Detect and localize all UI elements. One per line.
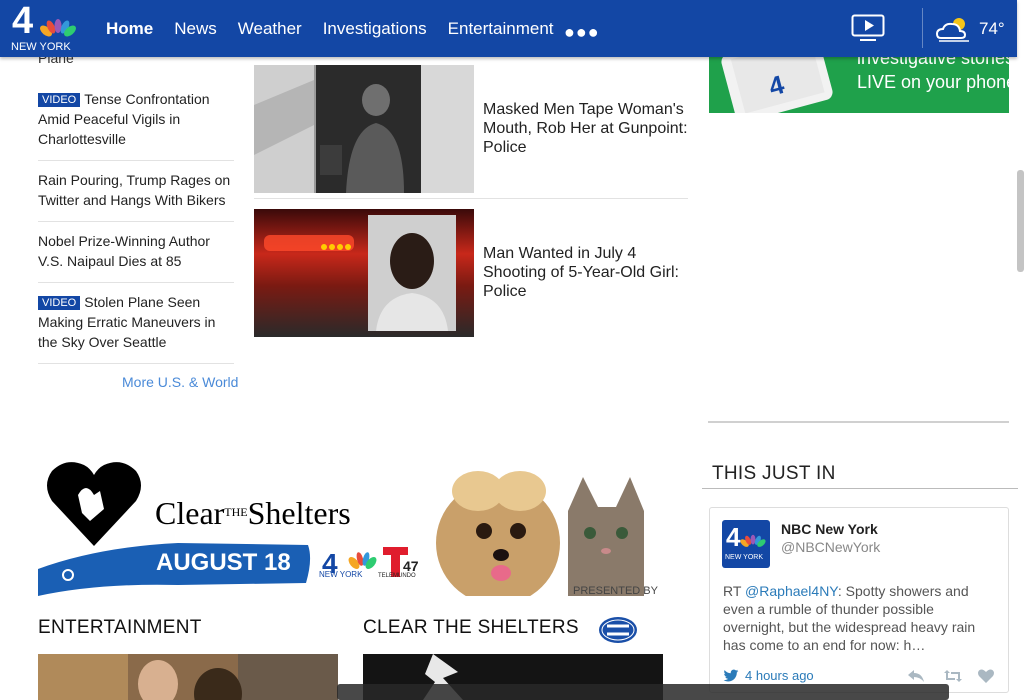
entertainment-heading[interactable]: ENTERTAINMENT xyxy=(38,617,202,639)
tweet-timestamp[interactable]: 4 hours ago xyxy=(745,668,814,683)
peacock-icon xyxy=(40,19,76,37)
page: 4 NEW YORK Home News Weather Investigati… xyxy=(0,0,1024,700)
heading-divider xyxy=(702,488,1018,489)
twitter-bird-icon xyxy=(723,669,739,682)
story-title[interactable]: Masked Men Tape Woman's Mouth, Rob Her a… xyxy=(483,100,688,157)
tweet-card[interactable]: 4 NEW YORK NBC New York @NBCNewYork RT @… xyxy=(709,507,1009,693)
clear-the-shelters-banner[interactable]: 4 ClearTHEShelters AUGUST 18 NEW YORK 47… xyxy=(38,451,663,596)
video-badge: VIDEO xyxy=(38,93,81,107)
story-title[interactable]: Man Wanted in July 4 Shooting of 5-Year-… xyxy=(483,244,688,301)
reply-icon[interactable] xyxy=(907,669,925,683)
story-thumbnail[interactable] xyxy=(254,209,474,337)
video-control-bar[interactable] xyxy=(337,684,949,700)
partly-cloudy-icon[interactable] xyxy=(933,14,973,44)
list-item[interactable]: Rain Pouring, Trump Rages on Twitter and… xyxy=(38,170,234,222)
banner-title-the: THE xyxy=(224,505,248,519)
app-promo-banner[interactable]: 4 investigative stories LIVE on your pho… xyxy=(709,52,1009,113)
main-nav: Home News Weather Investigations Enterta… xyxy=(106,19,575,39)
avatar[interactable]: 4 NEW YORK xyxy=(722,520,770,568)
banner-telemundo: TELEMUNDO xyxy=(378,573,416,579)
sidebar-divider xyxy=(708,421,1009,423)
retweet-icon[interactable] xyxy=(943,669,963,683)
like-heart-icon[interactable] xyxy=(977,668,995,684)
site-header: 4 NEW YORK Home News Weather Investigati… xyxy=(0,0,1017,57)
nav-investigations[interactable]: Investigations xyxy=(323,19,427,39)
story-thumbnail[interactable] xyxy=(254,65,474,193)
entertainment-thumbnail[interactable] xyxy=(38,654,338,700)
logo-subtitle: NEW YORK xyxy=(11,41,71,53)
tweet-mention[interactable]: @Raphael4NY xyxy=(745,583,838,599)
banner-nbc-sub: NEW YORK xyxy=(319,570,363,579)
header-divider xyxy=(922,8,923,48)
banner-presented-by: PRESENTED BY xyxy=(573,585,658,596)
nav-entertainment[interactable]: Entertainment xyxy=(448,19,554,39)
nav-home[interactable]: Home xyxy=(106,19,153,39)
tweet-prefix: RT xyxy=(723,583,746,599)
nav-news[interactable]: News xyxy=(174,19,217,39)
tweet-author-name[interactable]: NBC New York xyxy=(781,521,878,537)
more-us-world-link[interactable]: More U.S. & World xyxy=(122,374,238,390)
list-item[interactable]: VIDEO Stolen Plane Seen Making Erratic Ma… xyxy=(38,292,234,364)
list-item-title[interactable]: Rain Pouring, Trump Rages on Twitter and… xyxy=(38,172,230,208)
video-badge: VIDEO xyxy=(38,296,81,310)
list-item[interactable]: VIDEO Tense Confrontation Amid Peaceful V… xyxy=(38,89,234,161)
cats-pride-logo-icon[interactable] xyxy=(598,616,638,644)
nbc4-logo[interactable]: 4 NEW YORK xyxy=(10,0,82,54)
nav-weather[interactable]: Weather xyxy=(238,19,302,39)
banner-date: AUGUST 18 xyxy=(156,549,291,576)
banner-tele-number: 47 xyxy=(403,558,419,574)
more-menu-icon[interactable]: ●●● xyxy=(564,22,600,43)
peacock-icon xyxy=(740,534,766,547)
logo-number: 4 xyxy=(12,0,33,42)
banner-title: ClearTHEShelters xyxy=(155,495,351,532)
promo-line2: LIVE on your phone. xyxy=(857,72,1009,92)
list-item-title[interactable]: Nobel Prize-Winning Author V.S. Naipaul … xyxy=(38,233,210,269)
tweet-author-handle[interactable]: @NBCNewYork xyxy=(781,539,880,555)
page-scrollbar[interactable] xyxy=(1017,170,1024,272)
clear-the-shelters-heading[interactable]: CLEAR THE SHELTERS xyxy=(363,617,579,639)
phone-graphic: 4 xyxy=(721,52,833,113)
tweet-text: RT @Raphael4NY: Spotty showers and even … xyxy=(723,582,999,654)
list-item[interactable]: Nobel Prize-Winning Author V.S. Naipaul … xyxy=(38,231,234,283)
banner-title-part1: Clear xyxy=(155,495,225,531)
story-row[interactable]: Masked Men Tape Woman's Mouth, Rob Her a… xyxy=(254,65,688,199)
banner-title-part2: Shelters xyxy=(247,495,351,531)
tv-video-icon[interactable] xyxy=(851,14,887,42)
story-row[interactable]: Man Wanted in July 4 Shooting of 5-Year-… xyxy=(254,209,688,337)
this-just-in-heading: THIS JUST IN xyxy=(712,463,836,484)
temperature[interactable]: 74° xyxy=(979,19,1005,39)
